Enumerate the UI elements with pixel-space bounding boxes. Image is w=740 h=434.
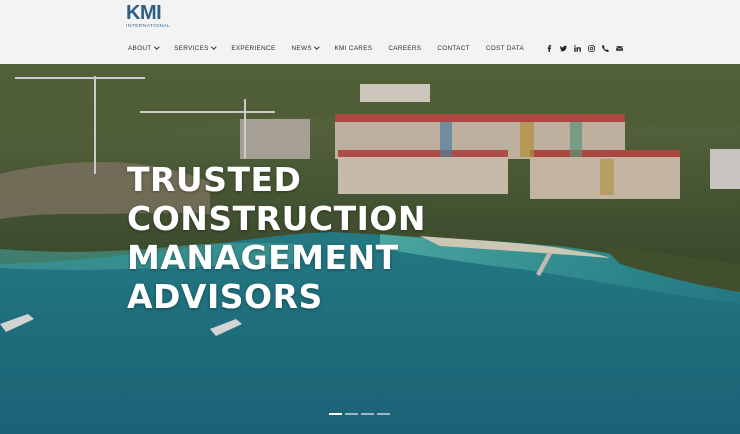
nav-item-kmi-cares[interactable]: KMI CARES bbox=[334, 45, 372, 52]
nav-label: CONTACT bbox=[437, 44, 470, 52]
chevron-down-icon bbox=[210, 44, 217, 50]
headline-line-1: TRUSTED bbox=[127, 160, 302, 199]
slider-pagination bbox=[329, 413, 393, 415]
slide-dot-2[interactable] bbox=[345, 413, 358, 415]
hero-headline: TRUSTED CONSTRUCTION MANAGEMENT ADVISORS bbox=[127, 160, 426, 316]
nav-label: SERVICES bbox=[174, 44, 209, 52]
site-header: KMI INTERNATIONAL ABOUT SERVICES EXPERIE… bbox=[0, 0, 740, 64]
social-links bbox=[542, 42, 626, 54]
chevron-down-icon bbox=[153, 44, 159, 50]
slide-dot-4[interactable] bbox=[377, 413, 390, 415]
nav-label: CAREERS bbox=[388, 44, 422, 52]
nav-item-news[interactable]: NEWS bbox=[291, 44, 320, 52]
nav-label: NEWS bbox=[291, 44, 312, 52]
nav-item-contact[interactable]: CONTACT bbox=[437, 45, 470, 52]
slide-dot-1[interactable] bbox=[329, 413, 342, 415]
nav-item-services[interactable]: SERVICES bbox=[174, 44, 217, 52]
logo-subtitle: INTERNATIONAL bbox=[126, 23, 171, 28]
nav-item-experience[interactable]: EXPERIENCE bbox=[231, 45, 275, 52]
kmi-logo[interactable]: KMI INTERNATIONAL bbox=[126, 2, 171, 30]
hero-banner: TRUSTED CONSTRUCTION MANAGEMENT ADVISORS bbox=[0, 64, 740, 434]
instagram-icon[interactable] bbox=[584, 42, 598, 54]
headline-line-2: CONSTRUCTION bbox=[127, 199, 427, 238]
phone-icon[interactable] bbox=[598, 42, 612, 54]
chevron-down-icon bbox=[314, 44, 320, 50]
linkedin-icon[interactable] bbox=[570, 42, 584, 54]
nav-item-about[interactable]: ABOUT bbox=[128, 44, 159, 52]
email-icon[interactable] bbox=[612, 42, 626, 54]
nav-label: COST DATA bbox=[485, 44, 525, 52]
twitter-icon[interactable] bbox=[556, 42, 570, 54]
nav-item-cost-data[interactable]: COST DATA bbox=[486, 45, 524, 52]
page: KMI INTERNATIONAL ABOUT SERVICES EXPERIE… bbox=[0, 0, 740, 434]
nav-label: ABOUT bbox=[128, 44, 152, 52]
slide-dot-3[interactable] bbox=[361, 413, 374, 415]
nav-label: EXPERIENCE bbox=[231, 44, 276, 52]
logo-mark: KMI bbox=[126, 2, 162, 24]
main-nav: ABOUT SERVICES EXPERIENCE NEWS KMI CARES… bbox=[128, 40, 626, 56]
headline-line-4: ADVISORS bbox=[127, 277, 323, 316]
nav-item-careers[interactable]: CAREERS bbox=[388, 45, 421, 52]
facebook-icon[interactable] bbox=[542, 42, 556, 54]
headline-line-3: MANAGEMENT bbox=[127, 238, 399, 277]
nav-label: KMI CARES bbox=[334, 44, 373, 52]
